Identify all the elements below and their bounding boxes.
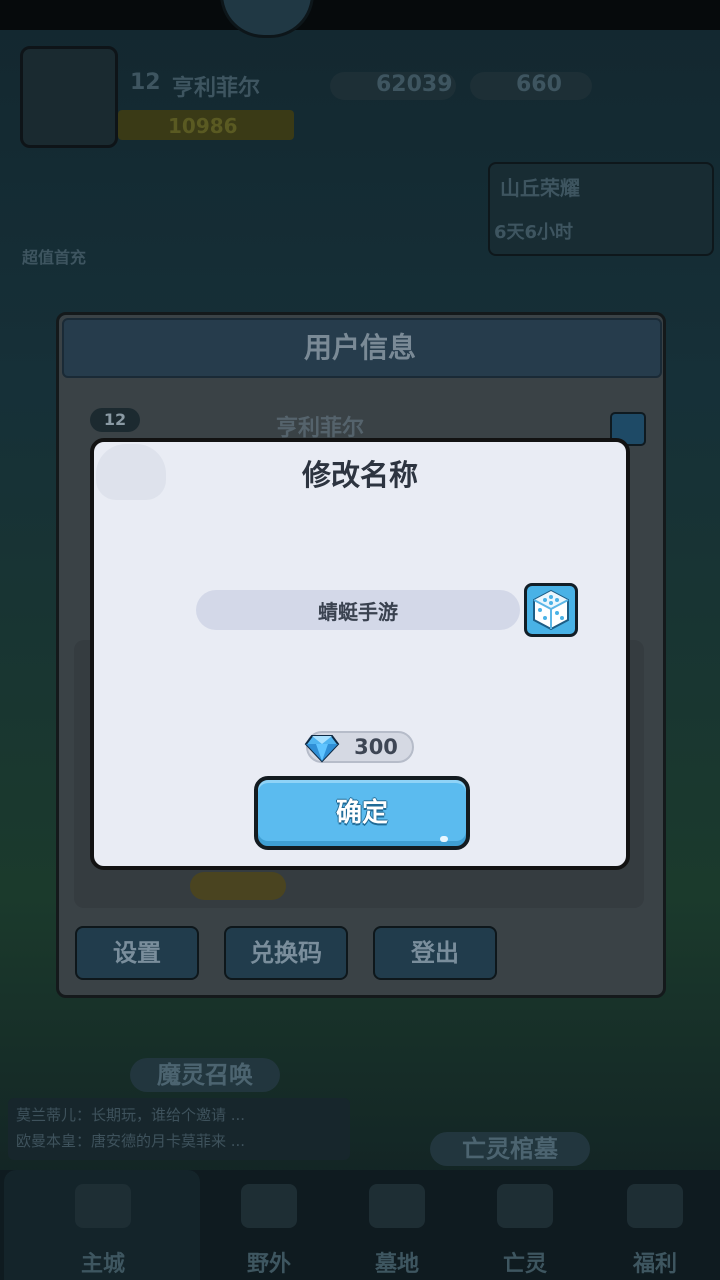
undead-tomb-label[interactable]: 亡灵棺墓 bbox=[430, 1132, 590, 1166]
chat-message: 莫兰蒂儿：长期玩，谁给个邀请 ... bbox=[16, 1106, 246, 1124]
panel-level-badge: 12 bbox=[90, 408, 140, 432]
user-info-title: 用户信息 bbox=[303, 331, 416, 364]
nav-item-graveyard[interactable]: 墓地 bbox=[342, 1184, 452, 1277]
logout-button[interactable]: 登出 bbox=[373, 926, 497, 980]
power-value: 10986 bbox=[168, 114, 238, 138]
nav-label: 野外 bbox=[246, 1252, 291, 1277]
nav-item-home[interactable]: 主城 bbox=[48, 1184, 158, 1277]
redeem-code-button[interactable]: 兑换码 bbox=[224, 926, 348, 980]
first-recharge-label: 超值首充 bbox=[22, 248, 87, 267]
rename-cost: 300 bbox=[354, 735, 398, 759]
gem-value: 660 bbox=[516, 72, 562, 97]
nav-label: 亡灵 bbox=[502, 1252, 547, 1277]
nav-item-welfare[interactable]: 福利 bbox=[600, 1184, 710, 1277]
button-shine bbox=[440, 836, 448, 842]
star-rating bbox=[190, 872, 286, 900]
settings-button[interactable]: 设置 bbox=[75, 926, 199, 980]
event-title: 山丘荣耀 bbox=[500, 176, 580, 200]
rename-dialog-title: 修改名称 bbox=[301, 458, 418, 492]
nav-item-wild[interactable]: 野外 bbox=[214, 1184, 324, 1277]
nav-item-undead[interactable]: 亡灵 bbox=[470, 1184, 580, 1277]
nav-label: 墓地 bbox=[374, 1252, 419, 1277]
player-name: 亨利菲尔 bbox=[172, 76, 261, 101]
nav-label: 福利 bbox=[632, 1252, 677, 1277]
gold-value: 62039 bbox=[376, 72, 453, 97]
event-time: 6天6小时 bbox=[494, 222, 574, 243]
player-avatar bbox=[20, 46, 118, 148]
chat-message: 欧曼本皇：唐安德的月卡莫菲来 ... bbox=[16, 1132, 246, 1150]
gift-icon bbox=[627, 1184, 683, 1228]
map-icon bbox=[241, 1184, 297, 1228]
tomb-icon bbox=[369, 1184, 425, 1228]
name-input[interactable] bbox=[196, 590, 520, 630]
dice-icon bbox=[533, 589, 569, 631]
castle-icon bbox=[75, 1184, 131, 1228]
top-status-bar bbox=[0, 0, 720, 30]
random-name-button[interactable] bbox=[524, 583, 578, 637]
nav-label: 主城 bbox=[80, 1252, 125, 1277]
confirm-button[interactable]: 确定 bbox=[254, 776, 470, 850]
player-level: 12 bbox=[130, 70, 161, 95]
summon-label[interactable]: 魔灵召唤 bbox=[130, 1058, 280, 1092]
skull-icon bbox=[497, 1184, 553, 1228]
gem-icon bbox=[304, 735, 340, 763]
